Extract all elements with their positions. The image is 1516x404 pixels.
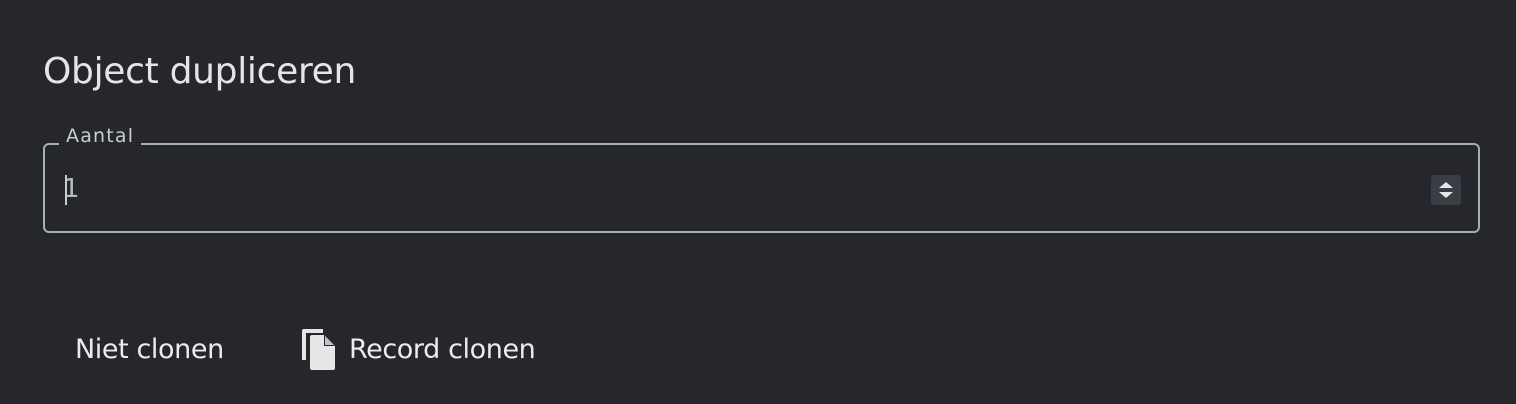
cancel-button-label: Niet clonen <box>75 333 224 365</box>
quantity-label: Aantal <box>59 124 142 148</box>
quantity-stepper[interactable] <box>1431 175 1461 205</box>
stepper-arrows-icon <box>1439 182 1453 198</box>
clone-record-button[interactable]: Record clonen <box>299 324 536 374</box>
clone-record-label: Record clonen <box>349 333 536 365</box>
text-caret <box>65 175 67 205</box>
duplicate-dialog: Object dupliceren Aantal Niet clonen Rec… <box>0 0 1516 404</box>
cancel-button[interactable]: Niet clonen <box>75 324 224 374</box>
quantity-field[interactable]: Aantal <box>43 124 1480 233</box>
copy-icon <box>302 329 335 370</box>
dialog-actions: Niet clonen Record clonen <box>0 320 1516 380</box>
dialog-title: Object dupliceren <box>43 51 357 92</box>
quantity-input[interactable] <box>63 169 1403 209</box>
